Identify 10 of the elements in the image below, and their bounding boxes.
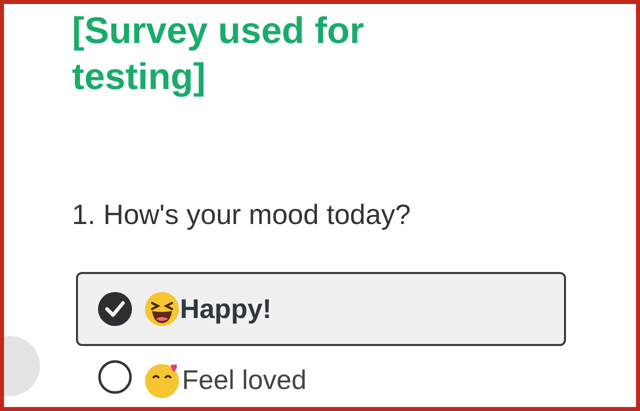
answer-option[interactable]: Feel loved: [76, 346, 566, 407]
option-label: Happy!: [180, 292, 272, 326]
survey-title: [Survey used for testing]: [72, 9, 365, 99]
option-label: Feel loved: [182, 364, 307, 397]
checked-radio-icon: [98, 292, 132, 326]
question-text: How's your mood today?: [103, 198, 411, 232]
question-number: 1.: [72, 198, 96, 232]
laughing-face-icon: [144, 291, 180, 327]
radio-icon: [98, 360, 132, 394]
answer-option[interactable]: Happy!: [76, 272, 566, 346]
